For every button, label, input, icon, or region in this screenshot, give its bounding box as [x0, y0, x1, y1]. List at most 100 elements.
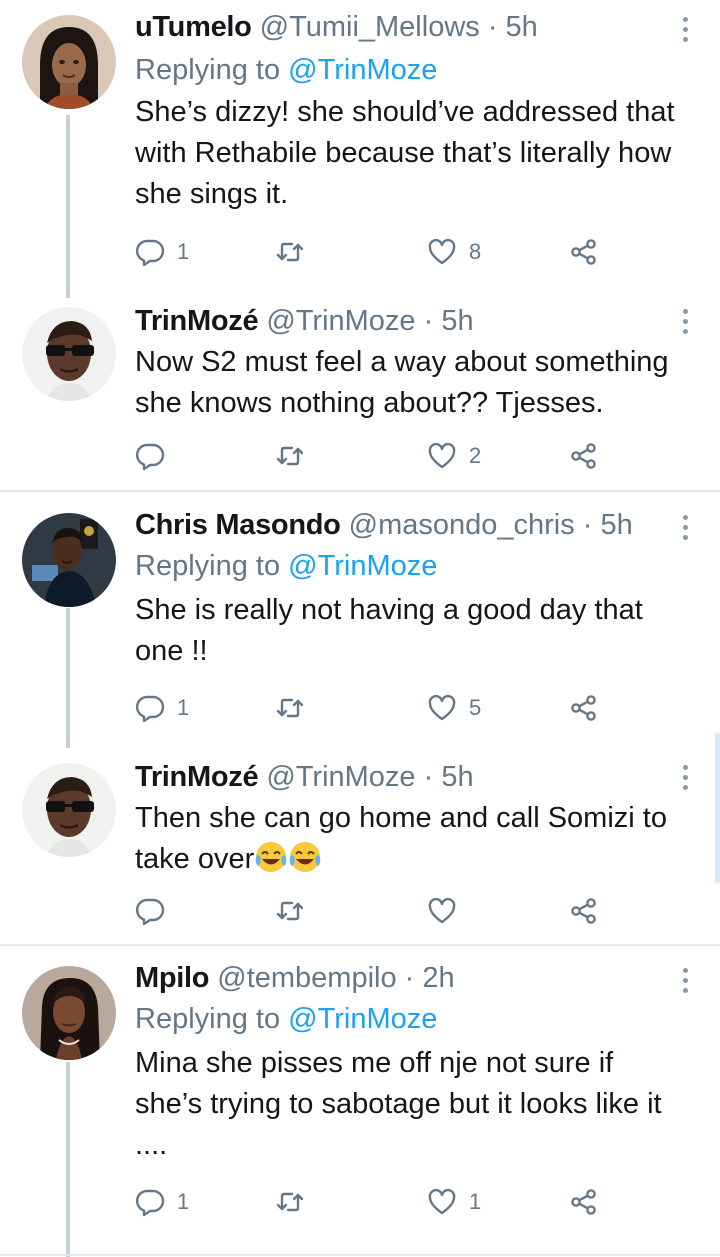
- like-count: 8: [469, 239, 482, 264]
- more-vertical-icon[interactable]: [680, 17, 690, 42]
- tweet-header: Mpilo @tembempilo · 2h: [135, 961, 680, 995]
- divider: [0, 944, 720, 946]
- more-vertical-icon[interactable]: [680, 515, 690, 540]
- handle[interactable]: @masondo_chris: [349, 509, 575, 541]
- timestamp[interactable]: · 5h: [488, 11, 538, 43]
- retweet-button[interactable]: [275, 688, 317, 728]
- retweet-icon: [276, 446, 304, 466]
- tweet-actions: 2: [135, 436, 615, 476]
- reply-button[interactable]: 1: [135, 232, 189, 272]
- tweet-text: Mina she pisses me off nje not sure if s…: [135, 1047, 662, 1161]
- share-icon: [571, 1189, 596, 1215]
- timestamp[interactable]: · 5h: [424, 305, 474, 337]
- retweet-button[interactable]: [275, 436, 317, 476]
- heart-icon: [428, 897, 456, 924]
- thread-line: [66, 115, 70, 298]
- like-button[interactable]: [427, 891, 469, 931]
- face-with-tears-of-joy-icon: [256, 842, 287, 872]
- like-button[interactable]: 2: [427, 436, 481, 476]
- tweet[interactable]: Mpilo @tembempilo · 2h Replying to @Trin…: [0, 948, 720, 1257]
- like-count: 1: [469, 1189, 482, 1214]
- reply-icon: [135, 239, 165, 267]
- heart-icon: [428, 442, 456, 469]
- display-name[interactable]: Mpilo: [135, 962, 210, 994]
- reply-button[interactable]: 1: [135, 1182, 189, 1222]
- avatar[interactable]: [22, 966, 116, 1060]
- tweet-header: uTumelo @Tumii_Mellows · 5h: [135, 10, 680, 44]
- like-button[interactable]: 5: [427, 688, 481, 728]
- reply-count: 1: [177, 695, 190, 720]
- scrollbar[interactable]: [715, 733, 720, 883]
- heart-icon: [428, 694, 456, 721]
- divider: [0, 490, 720, 492]
- tweet-actions: [135, 891, 615, 931]
- timestamp[interactable]: · 2h: [405, 962, 455, 994]
- timestamp[interactable]: · 5h: [424, 761, 474, 793]
- share-button[interactable]: [569, 232, 599, 272]
- like-count: 5: [469, 695, 482, 720]
- tweet-actions: 1 8: [135, 232, 615, 272]
- thread-line: [66, 1062, 70, 1257]
- share-button[interactable]: [569, 1182, 599, 1222]
- replying-to: Replying to @TrinMoze: [135, 1003, 438, 1035]
- tweet-header: TrinMozé @TrinMoze · 5h: [135, 760, 680, 794]
- handle[interactable]: @Tumii_Mellows: [260, 11, 480, 43]
- avatar[interactable]: [22, 513, 116, 607]
- share-button[interactable]: [569, 436, 599, 476]
- tweet[interactable]: TrinMozé @TrinMoze · 5h Then she can go …: [0, 754, 720, 944]
- handle[interactable]: @TrinMoze: [266, 761, 415, 793]
- thread-line: [66, 608, 70, 748]
- timestamp[interactable]: · 5h: [583, 509, 633, 541]
- tweet-text: Then she can go home and call Somizi to …: [135, 802, 667, 875]
- share-icon: [571, 898, 596, 924]
- display-name[interactable]: TrinMozé: [135, 761, 259, 793]
- share-icon: [571, 443, 596, 469]
- face-with-tears-of-joy-icon: [290, 842, 321, 872]
- retweet-icon: [276, 242, 304, 262]
- tweet-header: TrinMozé @TrinMoze · 5h: [135, 304, 680, 338]
- tweet-text: Now S2 must feel a way about something s…: [135, 346, 669, 419]
- avatar[interactable]: [22, 15, 116, 109]
- replying-to-handle[interactable]: @TrinMoze: [288, 550, 437, 582]
- like-button[interactable]: 8: [427, 232, 481, 272]
- retweet-icon: [276, 901, 304, 921]
- reply-icon: [135, 898, 165, 926]
- tweet[interactable]: TrinMozé @TrinMoze · 5h Now S2 must feel…: [0, 298, 720, 488]
- display-name[interactable]: TrinMozé: [135, 305, 259, 337]
- tweet-actions: 1 1: [135, 1182, 615, 1222]
- reply-count: 1: [177, 239, 190, 264]
- reply-button[interactable]: 1: [135, 688, 189, 728]
- retweet-button[interactable]: [275, 232, 317, 272]
- retweet-icon: [276, 1192, 304, 1212]
- more-vertical-icon[interactable]: [680, 765, 690, 790]
- heart-icon: [428, 238, 456, 265]
- replying-to: Replying to @TrinMoze: [135, 550, 438, 582]
- reply-icon: [135, 1189, 165, 1217]
- share-icon: [571, 695, 596, 721]
- tweet-text: She’s dizzy! she should’ve addressed tha…: [135, 96, 675, 210]
- tweet-header: Chris Masondo @masondo_chris · 5h: [135, 508, 680, 542]
- share-button[interactable]: [569, 688, 599, 728]
- more-vertical-icon[interactable]: [680, 968, 690, 993]
- like-button[interactable]: 1: [427, 1182, 481, 1222]
- heart-icon: [428, 1188, 456, 1215]
- reply-button[interactable]: [135, 891, 177, 931]
- tweet[interactable]: Chris Masondo @masondo_chris · 5h Replyi…: [0, 494, 720, 748]
- avatar[interactable]: [22, 763, 116, 857]
- replying-to-handle[interactable]: @TrinMoze: [288, 54, 437, 86]
- more-vertical-icon[interactable]: [680, 309, 690, 334]
- reply-icon: [135, 695, 165, 723]
- avatar[interactable]: [22, 307, 116, 401]
- reply-button[interactable]: [135, 436, 177, 476]
- replying-to-handle[interactable]: @TrinMoze: [288, 1003, 437, 1035]
- display-name[interactable]: Chris Masondo: [135, 509, 341, 541]
- handle[interactable]: @TrinMoze: [266, 305, 415, 337]
- retweet-button[interactable]: [275, 1182, 317, 1222]
- replying-to: Replying to @TrinMoze: [135, 54, 438, 86]
- retweet-button[interactable]: [275, 891, 317, 931]
- tweet[interactable]: uTumelo @Tumii_Mellows · 5h Replying to …: [0, 0, 720, 298]
- retweet-icon: [276, 698, 304, 718]
- handle[interactable]: @tembempilo: [217, 962, 396, 994]
- share-button[interactable]: [569, 891, 599, 931]
- display-name[interactable]: uTumelo: [135, 11, 252, 43]
